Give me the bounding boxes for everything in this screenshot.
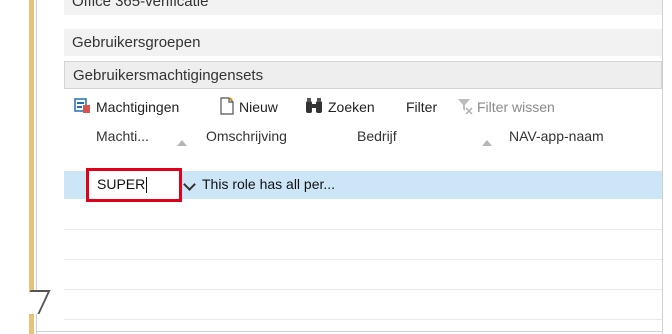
column-header-permission[interactable]: Machti... bbox=[96, 128, 149, 144]
section-label: Gebruikersmachtigingensets bbox=[73, 67, 264, 84]
clear-filter-icon bbox=[457, 97, 473, 120]
clear-filter-button[interactable]: Filter wissen bbox=[457, 97, 555, 117]
pane-right-border bbox=[662, 0, 663, 334]
column-header-description[interactable]: Omschrijving bbox=[206, 128, 287, 144]
main-pane: Office 365-verificatie Gebruikersgroepen… bbox=[64, 0, 664, 334]
description-cell: This role has all per... bbox=[202, 176, 336, 192]
row-divider bbox=[64, 319, 662, 320]
permission-id-input[interactable]: SUPER bbox=[86, 168, 182, 202]
section-label: Gebruikersgroepen bbox=[72, 34, 201, 51]
binoculars-icon bbox=[304, 97, 324, 120]
permission-id-value: SUPER bbox=[97, 176, 148, 194]
clear-filter-label: Filter wissen bbox=[477, 99, 555, 116]
toolbar: Machtigingen Nieuw Zoeken Filter Filter … bbox=[64, 93, 662, 121]
row-divider bbox=[64, 259, 662, 260]
permissions-icon bbox=[74, 97, 92, 120]
permissions-button[interactable]: Machtigingen bbox=[74, 97, 179, 117]
permissions-label: Machtigingen bbox=[96, 99, 180, 116]
section-user-groups[interactable]: Gebruikersgroepen bbox=[64, 29, 662, 57]
search-label: Zoeken bbox=[328, 99, 375, 116]
search-button[interactable]: Zoeken bbox=[304, 97, 375, 117]
pane-bottom-border bbox=[36, 331, 663, 332]
sort-arrow-icon[interactable] bbox=[177, 140, 187, 146]
filter-button[interactable]: Filter bbox=[406, 97, 437, 117]
filter-label: Filter bbox=[406, 99, 438, 115]
section-label: Office 365-verificatie bbox=[72, 0, 209, 10]
row-divider bbox=[64, 229, 662, 230]
column-header-row: Machti... Omschrijving Bedrijf NAV-app-n… bbox=[64, 122, 662, 152]
new-document-icon bbox=[219, 97, 235, 120]
row-indicator bbox=[64, 171, 82, 199]
window: Office 365-verificatie Gebruikersgroepen… bbox=[0, 0, 672, 334]
row-divider bbox=[64, 289, 662, 290]
new-button[interactable]: Nieuw bbox=[219, 97, 278, 117]
sort-arrow-icon[interactable] bbox=[482, 140, 492, 146]
pane-divider bbox=[36, 0, 37, 334]
new-label: Nieuw bbox=[239, 99, 278, 116]
left-nav-strip bbox=[0, 0, 12, 334]
column-header-app-name[interactable]: NAV-app-naam bbox=[509, 128, 604, 144]
permission-id-text: SUPER bbox=[97, 176, 146, 192]
section-permission-sets[interactable]: Gebruikersmachtigingensets bbox=[64, 61, 662, 89]
section-office-verification[interactable]: Office 365-verificatie bbox=[64, 0, 662, 16]
home-icon[interactable] bbox=[19, 290, 51, 314]
column-header-company[interactable]: Bedrijf bbox=[357, 128, 397, 144]
text-caret bbox=[146, 177, 148, 194]
